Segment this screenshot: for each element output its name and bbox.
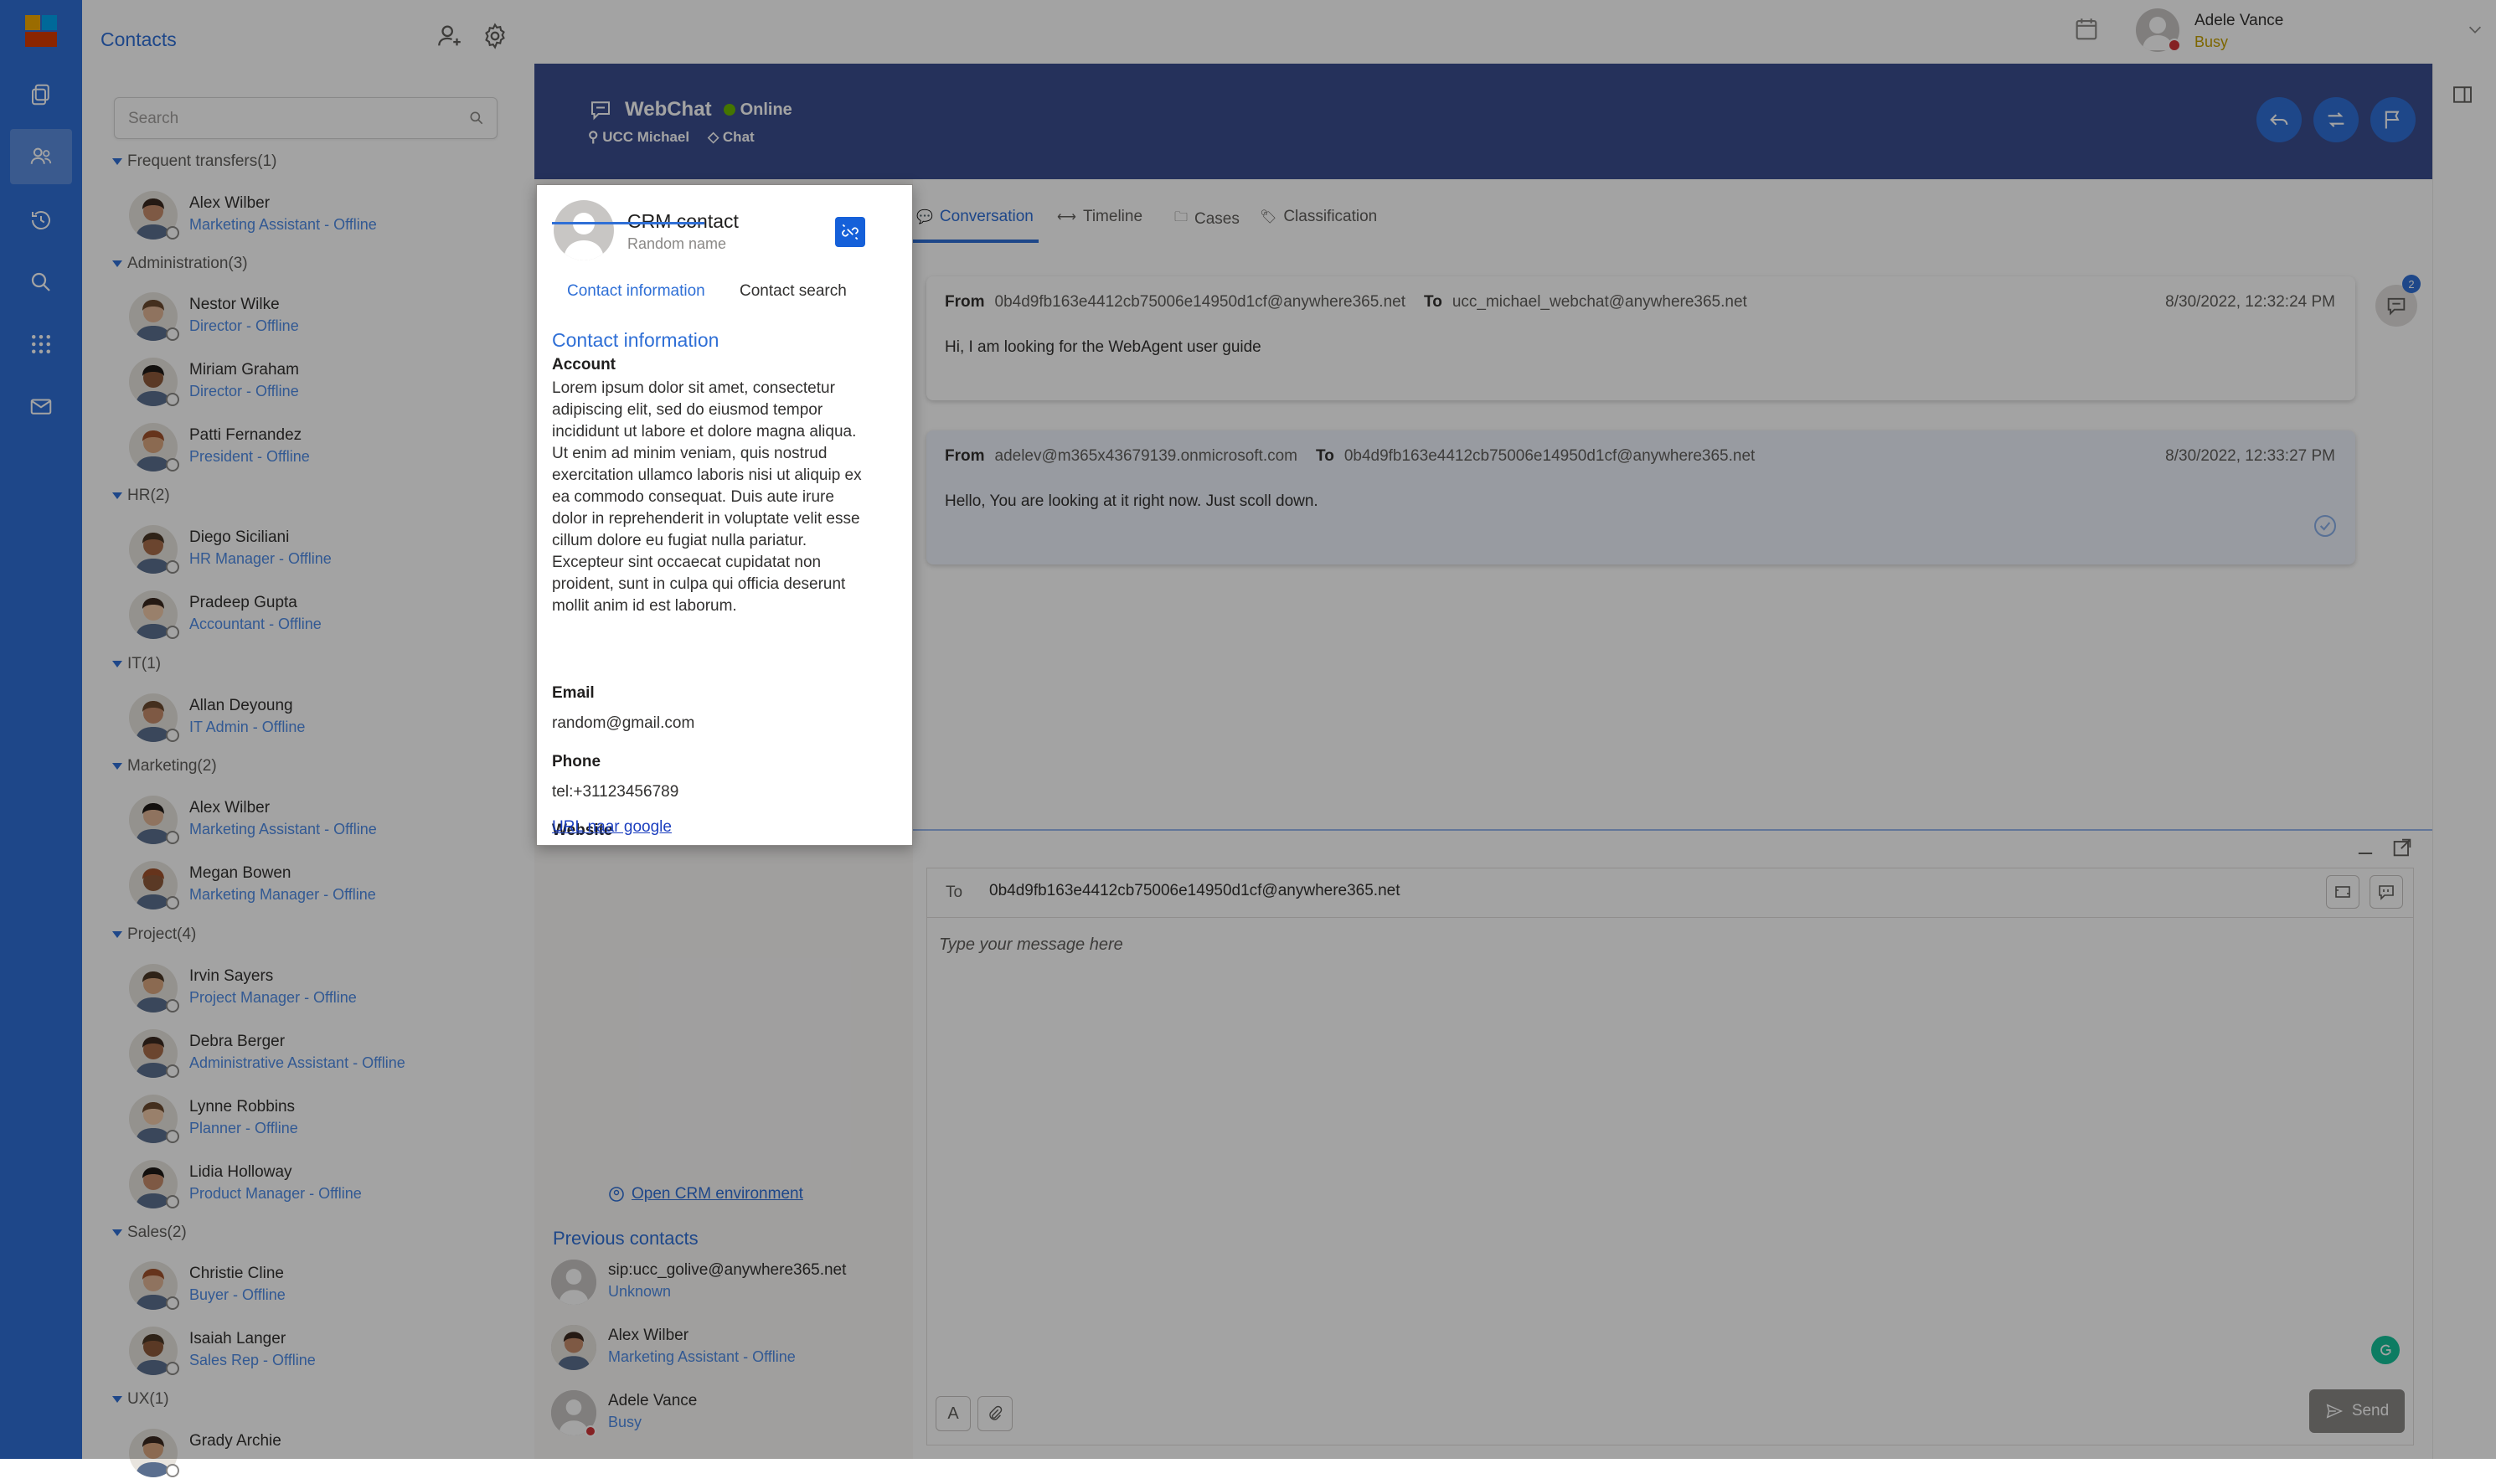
presence-offline-dot xyxy=(166,1463,179,1477)
crm-active-tab-underline xyxy=(552,222,704,224)
crm-card-tabs: Contact information Contact search xyxy=(552,276,899,314)
email-value[interactable]: random@gmail.com xyxy=(552,713,694,734)
crm-contact-card: CRM contact Random name Contact informat… xyxy=(536,184,913,846)
website-link[interactable]: URL naar google xyxy=(552,818,672,836)
tab-contact-search[interactable]: Contact search xyxy=(740,282,847,301)
phone-label: Phone xyxy=(552,753,601,770)
modal-overlay[interactable] xyxy=(0,0,2496,1459)
unlink-icon xyxy=(842,224,859,240)
account-text: Lorem ipsum dolor sit amet, consectetur … xyxy=(552,379,862,615)
email-label: Email xyxy=(552,684,595,702)
person-silhouette-icon xyxy=(564,213,604,260)
crm-contact-avatar xyxy=(554,200,614,260)
crm-section-title: Contact information xyxy=(552,329,719,351)
crm-card-subtitle: Random name xyxy=(627,235,727,252)
phone-value[interactable]: tel:+31123456789 xyxy=(552,781,678,803)
website-row: URL naar google xyxy=(552,817,672,838)
unlink-contact-button[interactable] xyxy=(835,217,865,247)
tab-contact-information[interactable]: Contact information xyxy=(567,282,705,301)
account-label: Account xyxy=(552,356,616,374)
